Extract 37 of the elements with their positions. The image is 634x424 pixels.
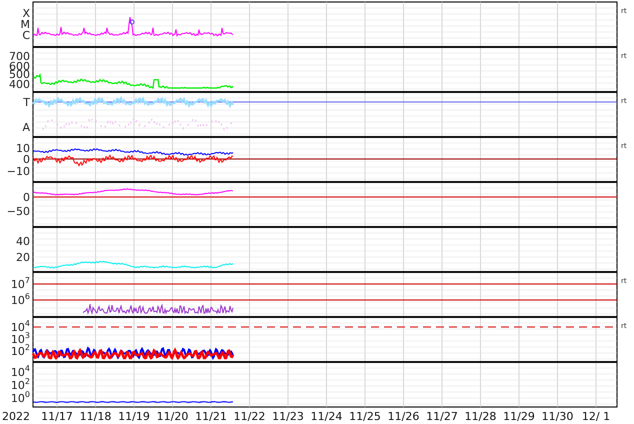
date-label: 11/21 [195, 410, 227, 423]
date-label: 11/24 [310, 410, 342, 423]
axis-label: 400 [9, 78, 30, 91]
axis-label: C [22, 29, 30, 42]
year-label: 2022 [2, 410, 30, 423]
date-label: 11/27 [426, 410, 458, 423]
date-label: 11/26 [388, 410, 420, 423]
axis-label: X [22, 7, 30, 20]
axis-label: T [23, 96, 30, 109]
date-label: 12/ 1 [582, 410, 610, 423]
axis-label: 10$^{4}$ [10, 364, 30, 379]
point-marker [130, 20, 134, 24]
axis-label: 10$^{2}$ [10, 377, 30, 392]
axis-label: −50 [6, 205, 30, 218]
date-label: 11/23 [272, 410, 304, 423]
axis-label: 10$^{0}$ [10, 390, 30, 405]
date-label: 11/22 [234, 410, 266, 423]
axis-label: 10$^{7}$ [10, 276, 30, 291]
axis-label: M [20, 18, 30, 31]
axis-label: 0 [23, 191, 30, 204]
axis-label: A [22, 121, 30, 134]
axis-label: 20 [16, 251, 30, 264]
axis-label: −10 [6, 165, 30, 178]
date-label: 11/20 [156, 410, 188, 423]
date-label: 11/25 [349, 410, 381, 423]
axis-label: 0 [23, 153, 30, 166]
axis-label: 10$^{2}$ [10, 343, 30, 358]
axis-label: 40 [16, 235, 30, 248]
date-label: 11/29 [503, 410, 535, 423]
date-label: 11/19 [118, 410, 150, 423]
axis-label: 10 [16, 142, 30, 155]
axis-label: 700 [9, 50, 30, 63]
date-label: 11/28 [464, 410, 496, 423]
axis-label: 10$^{6}$ [10, 292, 30, 307]
date-label: 11/30 [542, 410, 574, 423]
date-label: 11/18 [80, 410, 112, 423]
date-label: 11/17 [41, 410, 73, 423]
